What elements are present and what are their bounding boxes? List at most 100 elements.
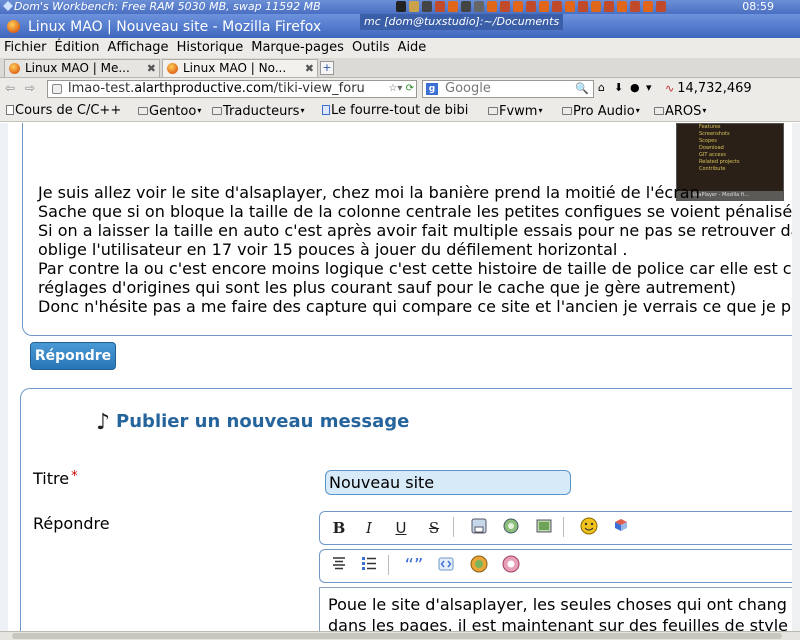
google-engine-icon[interactable]: g [426, 83, 438, 95]
quote-icon[interactable]: “” [403, 555, 425, 577]
thumbnail-link: Scopes [699, 138, 717, 144]
bookmark-folder-pro-audio[interactable]: Pro Audio▾ [562, 100, 640, 123]
menu-aide[interactable]: Aide [394, 38, 431, 58]
close-tab-icon[interactable]: ✖ [147, 60, 156, 77]
editor-line: Poue le site d'alsaplayer, les seules ch… [328, 595, 787, 614]
tray-app-icon[interactable] [630, 1, 640, 12]
site-identity-icon[interactable] [52, 84, 62, 94]
reply-button[interactable]: Répondre [30, 342, 116, 370]
menu-marque-pages[interactable]: Marque-pages [247, 38, 348, 58]
menu-outils[interactable]: Outils [348, 38, 394, 58]
window-title: Linux MAO | Nouveau site - Mozilla Firef… [28, 19, 322, 35]
page-icon [6, 105, 14, 115]
vertical-scrollbar[interactable] [792, 123, 800, 631]
home-icon[interactable]: ⌂ [598, 81, 610, 95]
post-line: Par contre la ou c'est encore moins logi… [38, 259, 800, 278]
chevron-down-icon: ▾ [538, 106, 543, 115]
plugin-icon[interactable] [610, 517, 632, 539]
chevron-down-icon: ▾ [702, 106, 707, 115]
menu-fichier[interactable]: Fichier [0, 38, 51, 58]
smiley-icon[interactable] [578, 517, 600, 539]
window-title-bar[interactable]: Linux MAO | Nouveau site - Mozilla Firef… [0, 14, 800, 38]
tray-app-icon[interactable] [474, 1, 484, 12]
sparkline-icon: ∿ [665, 82, 675, 95]
tray-app-icon[interactable] [552, 1, 562, 12]
image-icon[interactable] [533, 517, 555, 539]
firefox-icon [7, 20, 20, 33]
scrollbar-thumb[interactable] [12, 633, 782, 639]
editor-toolbar-layout: “” [319, 549, 800, 583]
underline-icon[interactable]: U [390, 517, 412, 539]
tray-app-icon[interactable] [435, 1, 445, 12]
tray-app-icon[interactable] [461, 1, 471, 12]
tray-app-icon[interactable] [448, 1, 458, 12]
bookmark-label: Pro Audio [573, 104, 635, 119]
thumbnail-links: Features Screenshots Scopes Download GIT… [699, 124, 740, 173]
strikethrough-icon[interactable]: S [423, 517, 445, 539]
toolbar-separator [563, 517, 565, 537]
search-icon[interactable]: 🔍 [575, 81, 589, 97]
tray-app-icon[interactable] [500, 1, 510, 12]
new-tab-icon[interactable]: + [320, 61, 334, 75]
title-label-text: Titre [33, 469, 70, 488]
addon-icon[interactable]: ● [630, 81, 642, 95]
save-icon[interactable] [468, 517, 490, 539]
tray-app-icon[interactable] [656, 1, 666, 12]
tray-app-icon[interactable] [539, 1, 549, 12]
bookmark-fourre-tout[interactable]: Le fourre-tout de bibi [322, 100, 468, 122]
bookmark-folder-traducteurs[interactable]: Traducteurs▾ [212, 100, 304, 123]
bold-icon[interactable]: B [328, 517, 350, 539]
tab-linux-mao-nouveau[interactable]: Linux MAO | No... ✖ [162, 59, 318, 77]
terminal-window-title[interactable]: mc [dom@tuxstudio]:~/Documents [360, 14, 564, 30]
bookmark-folder-fvwm[interactable]: Fvwm▾ [488, 100, 542, 123]
counter-display: ∿ 14,732,469 [665, 78, 752, 100]
menu-historique[interactable]: Historique [173, 38, 248, 58]
tab-bar: Linux MAO | Me... ✖ Linux MAO | No... ✖ … [0, 58, 800, 78]
search-bar[interactable]: g Google 🔍 [422, 80, 594, 98]
tray-app-icon[interactable] [578, 1, 588, 12]
bookmark-folder-aros[interactable]: AROS▾ [654, 100, 706, 123]
tray-app-icon[interactable] [513, 1, 523, 12]
tray-app-icon[interactable] [617, 1, 627, 12]
title-input[interactable] [325, 470, 571, 495]
forward-icon[interactable]: ⇨ [25, 81, 35, 95]
bookmark-folder-gentoo[interactable]: Gentoo▾ [138, 100, 201, 123]
bookmark-label: Le fourre-tout de bibi [331, 103, 469, 118]
tray-app-icon[interactable] [565, 1, 575, 12]
close-tab-icon[interactable]: ✖ [305, 60, 314, 77]
download-icon[interactable]: ⬇ [614, 81, 626, 95]
post-body: Je suis allez voir le site d'alsaplayer,… [38, 183, 800, 316]
dropdown-icon[interactable]: ▾ [646, 81, 658, 95]
back-icon[interactable]: ⇦ [5, 81, 15, 95]
tray-app-icon[interactable] [422, 1, 432, 12]
tray-app-icon[interactable] [604, 1, 614, 12]
url-bar[interactable]: lmao-test.alarthproductive.com/tiki-view… [47, 80, 417, 98]
post-line: oblige l'utilisateur en 17 voir 15 pouce… [38, 240, 628, 259]
tray-app-icon[interactable] [526, 1, 536, 12]
tab-linux-mao-me[interactable]: Linux MAO | Me... ✖ [4, 59, 160, 77]
menu-edition[interactable]: Édition [51, 38, 104, 58]
code-icon[interactable] [435, 555, 457, 577]
thumbnail-link: Contribute [699, 166, 726, 172]
tray-app-icon[interactable] [487, 1, 497, 12]
tray-app-icon[interactable] [591, 1, 601, 12]
thumbnail-link: GIT access [699, 152, 726, 158]
menu-affichage[interactable]: Affichage [103, 38, 172, 58]
tray-terminal-icon[interactable] [396, 1, 406, 12]
list-icon[interactable] [358, 555, 380, 577]
tray-app-icon[interactable] [643, 1, 653, 12]
horizontal-scrollbar[interactable] [0, 631, 800, 640]
tray-folder-icon[interactable] [409, 1, 419, 12]
align-center-icon[interactable] [328, 555, 350, 577]
workbench-icon[interactable] [3, 1, 13, 11]
post-line: Si on a laisser la taille en auto c'est … [38, 221, 800, 240]
link-icon[interactable] [500, 517, 522, 539]
url-path: /tiki-view_foru [273, 81, 365, 96]
plugin-gallery-icon[interactable] [468, 555, 490, 577]
bookmark-cours-c[interactable]: Cours de C/C++ [6, 100, 121, 122]
url-dropdown-icon[interactable]: ☆▾ ⟳ [388, 81, 414, 97]
thumbnail-link: Related projects [699, 159, 740, 165]
thumbnail-link: Features [699, 124, 721, 130]
italic-icon[interactable]: I [358, 517, 380, 539]
help-icon[interactable] [500, 555, 522, 577]
